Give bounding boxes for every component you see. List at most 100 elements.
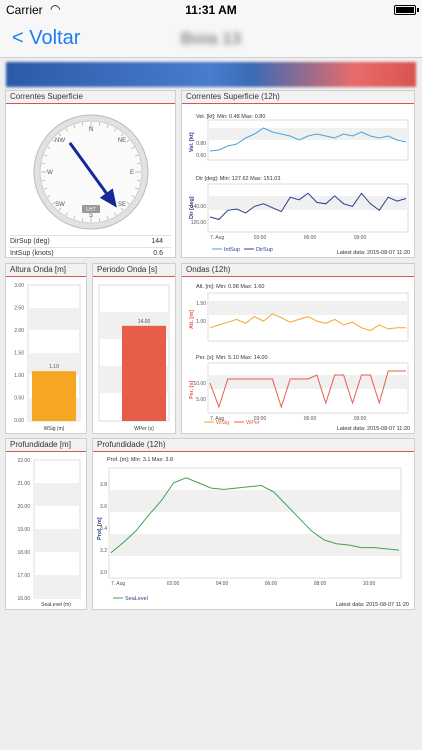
per-tick: 5.00 <box>196 397 206 403</box>
latest-data: Latest data: 2015-08-07 11:20 <box>337 250 410 256</box>
x-tick: 03:00 <box>254 235 267 241</box>
y-tick: 22.00 <box>17 458 30 464</box>
alt-tick: 1.50 <box>196 301 206 307</box>
chart-profundidade-12h: Prof. [m]: Min: 3.1 Max: 3.8 Prof. [m] 3… <box>97 457 409 608</box>
compass-label-w: W <box>47 170 53 176</box>
latest-data: Latest data: 2015-08-07 11:20 <box>336 602 409 608</box>
x-tick: 10:00 <box>363 581 376 587</box>
panel-correntes-12h: Correntes Superficie (12h) Vel. [kt]: Mi… <box>181 90 415 258</box>
row-label: IntSup (knots) <box>10 250 54 257</box>
legend-wsig: WSig <box>216 420 229 426</box>
chart-periodo-onda: 14.00 WPer (s) <box>98 284 170 432</box>
panel-profundidade: Profundidade [m] 22.00 21.00 20.00 19.00 18.… <box>5 438 87 610</box>
dir-info: Dir [deg]: Min: 127.62 Max: 151.03 <box>196 176 280 182</box>
panel-title: Correntes Superficie (12h) <box>182 91 414 104</box>
vel-axis-label: Vel. [kt] <box>189 132 195 152</box>
legend-wper: WPer <box>246 420 260 426</box>
page-title: Boia 13 <box>180 29 242 48</box>
panel-title: Altura Onda [m] <box>6 264 86 277</box>
x-tick: 7. Aug <box>210 235 224 241</box>
y-tick: 18.00 <box>17 550 30 556</box>
status-bar: Carrier ◠ 11:31 AM <box>0 0 422 20</box>
legend-sealevel: SeaLevel <box>125 596 148 602</box>
compass: N NE E SE S SW W NW LHT <box>33 114 149 230</box>
compass-label-s: S <box>89 213 93 219</box>
bar-wper <box>122 325 166 421</box>
y-tick: 3.4 <box>100 526 107 532</box>
row-label: DirSup (deg) <box>10 238 50 245</box>
alt-axis-label: Alt. [m] <box>189 310 195 329</box>
x-tick: 04:00 <box>216 581 229 587</box>
x-tick: 02:00 <box>167 581 180 587</box>
y-tick: 16.00 <box>17 596 30 602</box>
navigation-bar: < Voltar Boia 13 <box>0 20 422 58</box>
panel-altura-onda: Altura Onda [m] 3.00 2.50 2.00 1.50 1.00 0.50… <box>5 263 87 434</box>
y-tick: 1.50 <box>14 351 24 357</box>
y-tick: 19.00 <box>17 527 30 533</box>
alt-tick: 1.00 <box>196 319 206 325</box>
bar-value-label: 14.00 <box>138 319 151 325</box>
x-tick: 09:00 <box>354 416 367 422</box>
compass-label-sw: SW <box>55 202 65 208</box>
panel-title: Ondas (12h) <box>182 264 414 277</box>
compass-label-nw: NW <box>55 138 65 144</box>
x-label: WSig (m) <box>44 426 65 432</box>
x-tick: 09:00 <box>354 235 367 241</box>
compass-label-ne: NE <box>118 138 126 144</box>
chart-altura-onda: 3.00 2.50 2.00 1.50 1.00 0.50 0.00 1.10 WSig (… <box>14 283 81 432</box>
y-tick: 1.00 <box>14 373 24 379</box>
chart-correntes-12h: Vel. [kt]: Min: 0.48 Max: 0.80 Vel. [kt]… <box>189 114 410 256</box>
x-tick: 08:00 <box>314 581 327 587</box>
panel-periodo-onda: Periodo Onda [s] 14.00 WPer (s) <box>92 263 176 434</box>
y-tick: 0.00 <box>14 418 24 424</box>
y-tick: 3.2 <box>100 548 107 554</box>
alt-info: Alt. [m]: Min: 0.98 Max: 1.60 <box>196 284 264 290</box>
per-info: Per. [s]: Min: 5.10 Max: 14.00 <box>196 355 268 361</box>
y-tick: 3.6 <box>100 504 107 510</box>
y-tick: 3.00 <box>14 283 24 289</box>
x-label: WPer (s) <box>134 426 154 432</box>
panel-title: Profundidade [m] <box>6 439 86 452</box>
banner-image <box>6 62 416 87</box>
dir-tick: 120.00 <box>191 220 207 226</box>
panel-profundidade-12h: Profundidade (12h) Prof. [m]: Min: 3.1 M… <box>92 438 415 610</box>
y-tick: 3.8 <box>100 482 107 488</box>
y-tick: 21.00 <box>17 481 30 487</box>
x-tick: 06:00 <box>304 416 317 422</box>
chart-ondas-12h: Alt. [m]: Min: 0.98 Max: 1.60 Alt. [m] 1… <box>189 284 410 432</box>
legend-intsup: IntSup <box>224 247 240 253</box>
y-tick: 2.50 <box>14 306 24 312</box>
vel-info: Vel. [kt]: Min: 0.48 Max: 0.80 <box>196 114 265 120</box>
legend-dirsup: DirSup <box>256 247 273 253</box>
bar-value-label: 1.10 <box>49 364 59 370</box>
row-intsup: IntSup (knots) 0.6 <box>10 247 171 260</box>
chart-profundidade: 22.00 21.00 20.00 19.00 18.00 17.00 16.00 SeaL… <box>17 458 81 608</box>
row-value: 0.6 <box>153 250 163 257</box>
panel-title: Correntes Superficie <box>6 91 175 104</box>
vel-tick: 0.80 <box>196 141 206 147</box>
x-label: SeaLevel (m) <box>41 602 71 608</box>
prof-info: Prof. [m]: Min: 3.1 Max: 3.8 <box>107 457 173 463</box>
compass-label-n: N <box>89 127 93 133</box>
panel-title: Profundidade (12h) <box>93 439 414 452</box>
y-tick: 0.50 <box>14 396 24 402</box>
dir-tick: 140.00 <box>191 204 207 210</box>
panel-title: Periodo Onda [s] <box>93 264 175 277</box>
panel-correntes: Correntes Superficie N NE E SE S SW W NW… <box>5 90 176 258</box>
y-tick: 3.0 <box>100 570 107 576</box>
panel-ondas-12h: Ondas (12h) Alt. [m]: Min: 0.98 Max: 1.6… <box>181 263 415 434</box>
y-tick: 17.00 <box>17 573 30 579</box>
compass-label-e: E <box>130 170 134 176</box>
y-tick: 20.00 <box>17 504 30 510</box>
y-tick: 2.00 <box>14 328 24 334</box>
clock: 11:31 AM <box>185 3 237 17</box>
x-tick: 7. Aug <box>111 581 125 587</box>
per-tick: 10.00 <box>193 381 206 387</box>
compass-label-se: SE <box>118 202 126 208</box>
battery-icon <box>394 5 419 15</box>
latest-data: Latest data: 2015-08-07 11:20 <box>337 426 410 432</box>
vel-tick: 0.60 <box>196 153 206 159</box>
x-tick: 06:00 <box>304 235 317 241</box>
bar-wsig <box>32 371 76 421</box>
x-tick: 06:00 <box>265 581 278 587</box>
